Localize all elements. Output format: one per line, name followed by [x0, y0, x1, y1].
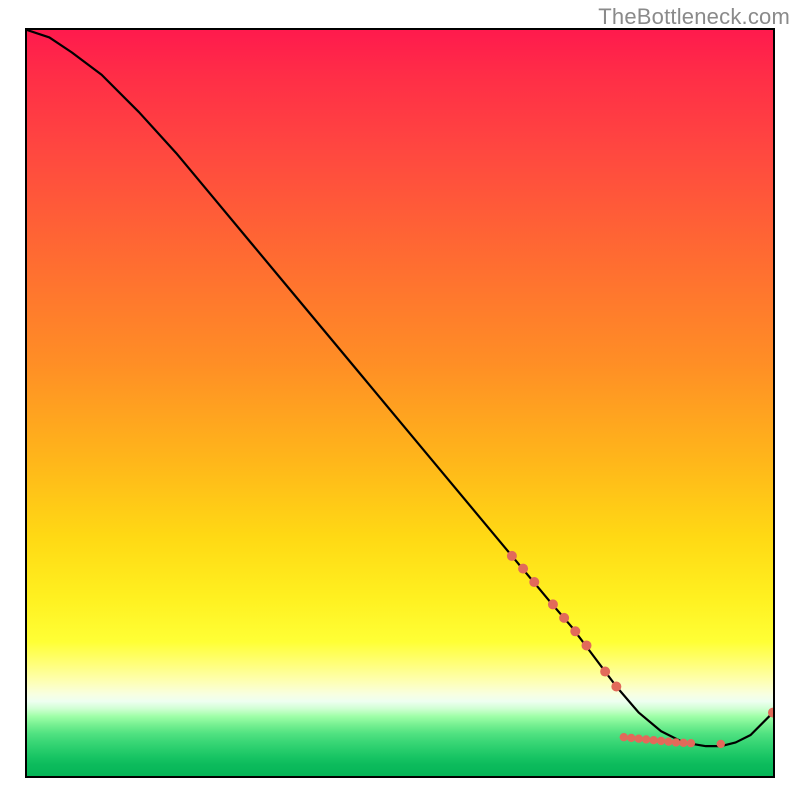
- curve-marker: [627, 734, 635, 742]
- curve-marker: [679, 739, 687, 747]
- curve-marker: [649, 736, 657, 744]
- plot-frame: [25, 28, 775, 778]
- curve-marker: [507, 551, 517, 561]
- attribution-label: TheBottleneck.com: [598, 4, 790, 30]
- curve-marker: [664, 737, 672, 745]
- curve-marker: [559, 613, 569, 623]
- curve-marker: [620, 733, 628, 741]
- chart-overlay: [27, 30, 773, 776]
- curve-marker: [672, 738, 680, 746]
- curve-marker: [529, 577, 539, 587]
- curve-marker: [635, 735, 643, 743]
- chart-canvas: TheBottleneck.com: [0, 0, 800, 800]
- curve-marker: [518, 564, 528, 574]
- curve-marker: [642, 735, 650, 743]
- curve-marker: [717, 740, 725, 748]
- curve-marker: [570, 626, 580, 636]
- curve-marker: [548, 599, 558, 609]
- curve-markers: [507, 551, 773, 748]
- curve-marker: [657, 737, 665, 745]
- curve-marker: [687, 739, 695, 747]
- bottleneck-curve: [27, 30, 773, 746]
- curve-marker: [611, 681, 621, 691]
- curve-marker: [600, 667, 610, 677]
- curve-marker: [582, 640, 592, 650]
